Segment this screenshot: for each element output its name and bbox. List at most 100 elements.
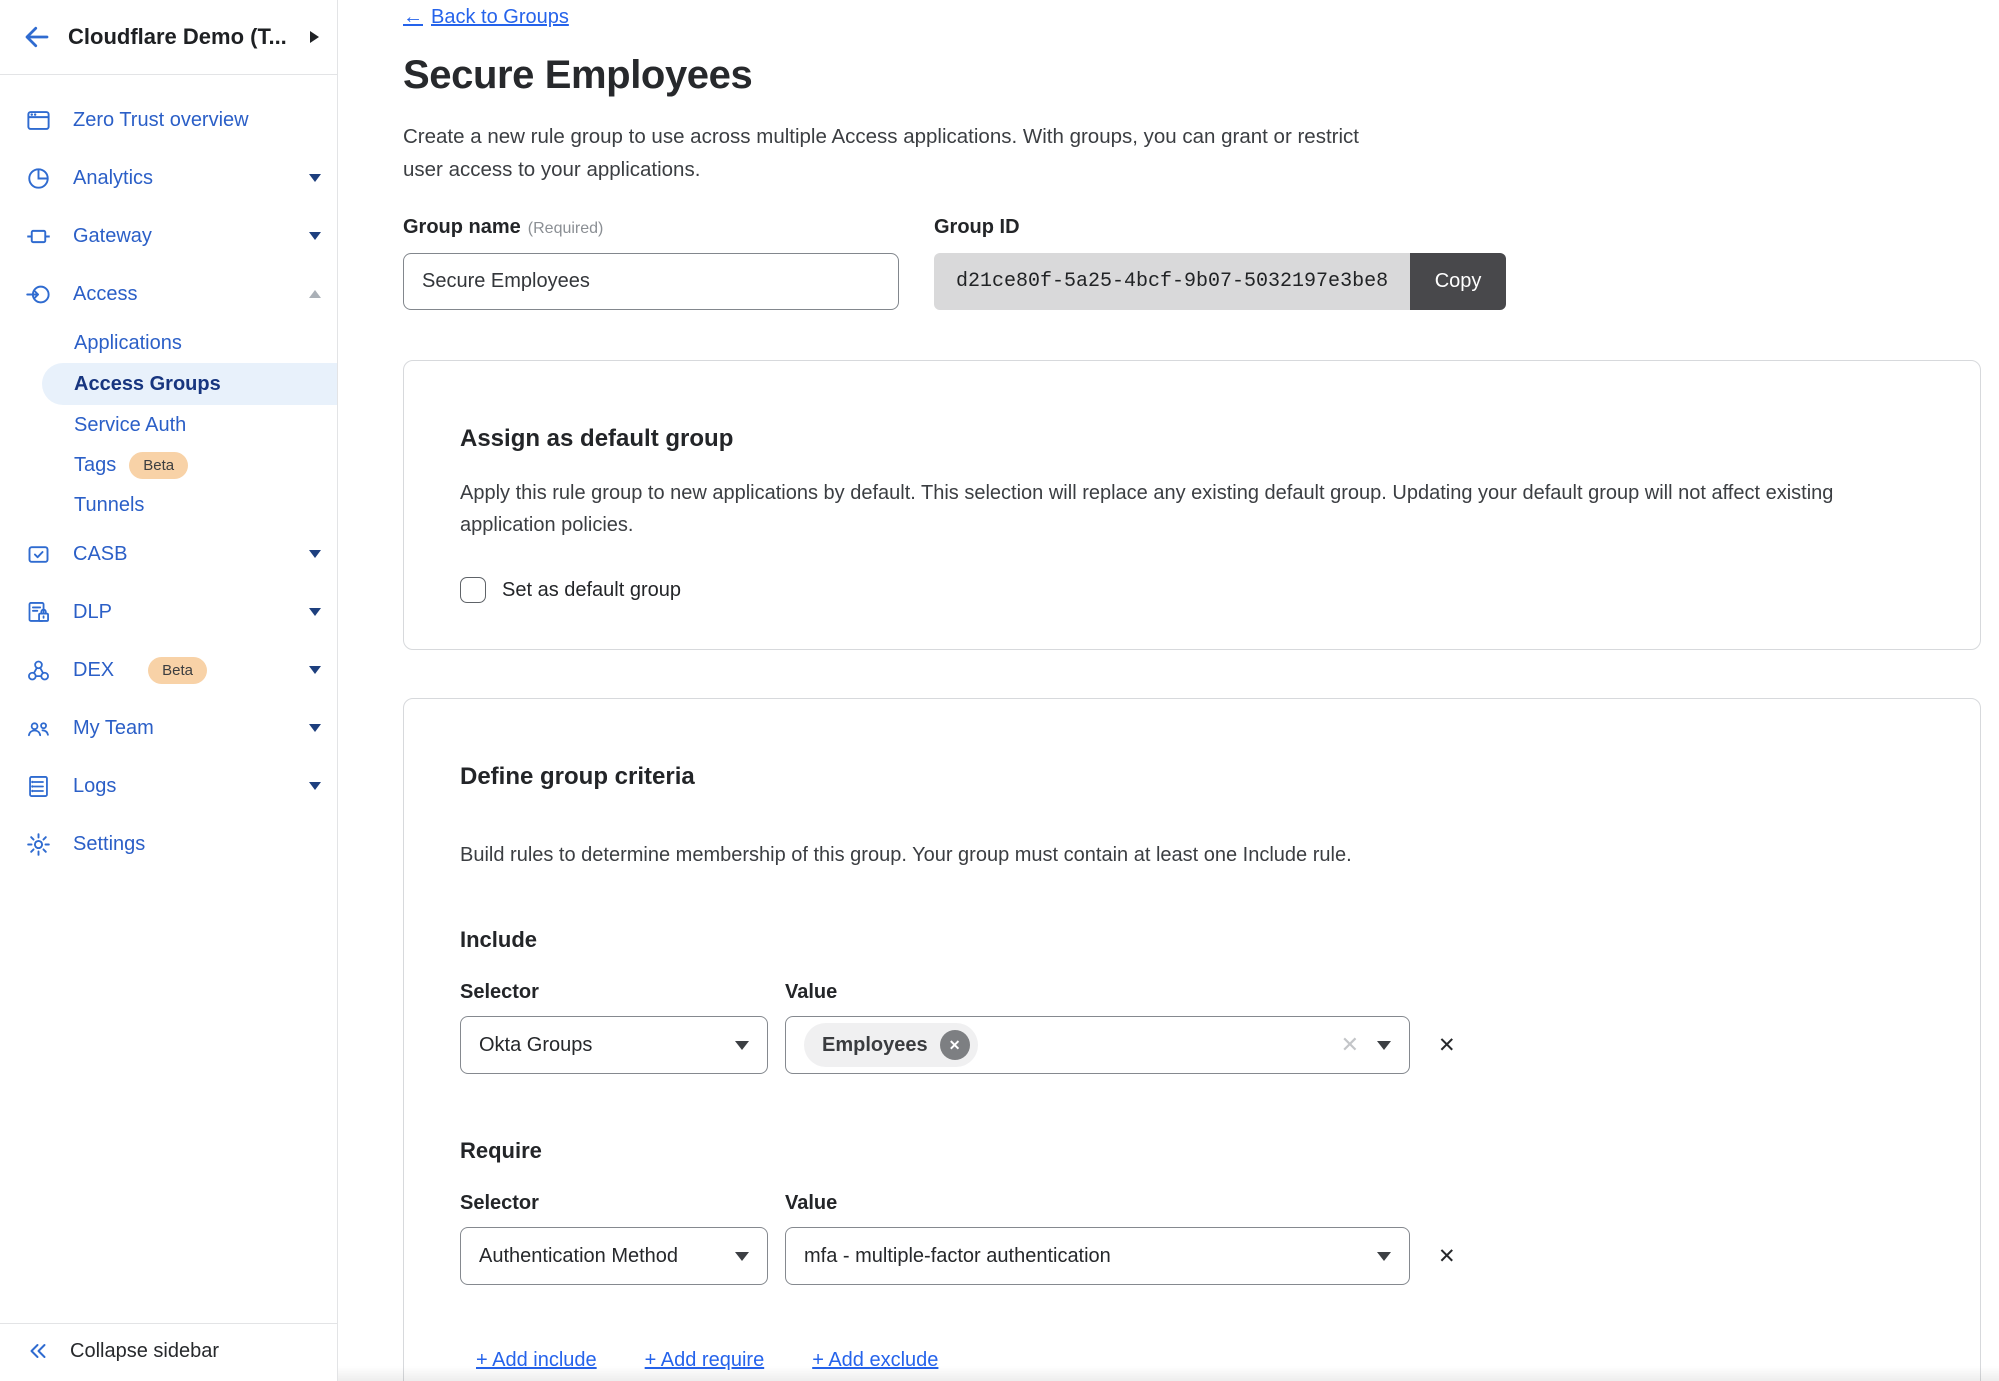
value-chip-label: Employees <box>822 1034 928 1057</box>
sidebar-header: Cloudflare Demo (T... <box>0 0 337 75</box>
include-value-multiselect[interactable]: Employees ✕ ✕ <box>785 1016 1410 1074</box>
chevron-down-icon <box>309 550 321 558</box>
access-icon <box>25 281 52 308</box>
sidebar-item-label: DLP <box>73 601 112 624</box>
collapse-sidebar-label: Collapse sidebar <box>70 1340 219 1363</box>
set-default-group-row: Set as default group <box>460 577 1924 603</box>
page-description: Create a new rule group to use across mu… <box>403 120 1375 186</box>
require-heading: Require <box>460 1138 1924 1164</box>
include-heading: Include <box>460 927 1924 953</box>
sidebar-item-casb[interactable]: CASB <box>0 525 337 583</box>
group-name-input[interactable] <box>403 253 899 310</box>
assign-default-group-card: Assign as default group Apply this rule … <box>403 360 1981 650</box>
sidebar-item-service-auth[interactable]: Service Auth <box>0 405 337 445</box>
card-title: Assign as default group <box>460 425 1924 453</box>
chevron-down-icon <box>1377 1252 1391 1261</box>
add-exclude-link[interactable]: + Add exclude <box>812 1349 938 1372</box>
sidebar-expand-toggle-icon[interactable] <box>310 31 319 43</box>
group-name-id-row: Group name (Required) Group ID d21ce80f-… <box>403 216 1981 310</box>
back-to-groups-link[interactable]: ← Back to Groups <box>403 6 569 29</box>
dex-icon <box>25 657 52 684</box>
sidebar-nav: Zero Trust overview Analytics Gateway <box>0 75 337 1323</box>
add-include-link[interactable]: + Add include <box>476 1349 597 1372</box>
beta-badge: Beta <box>129 452 188 479</box>
sidebar-item-label: Access Groups <box>74 373 221 396</box>
sidebar-item-logs[interactable]: Logs <box>0 757 337 815</box>
set-default-group-label: Set as default group <box>502 579 681 602</box>
analytics-icon <box>25 165 52 192</box>
sidebar-item-settings[interactable]: Settings <box>0 815 337 873</box>
sidebar-item-access-groups[interactable]: Access Groups <box>42 363 337 405</box>
card-description: Apply this rule group to new application… <box>460 477 1924 541</box>
sidebar-item-gateway[interactable]: Gateway <box>0 207 337 265</box>
gateway-icon <box>25 223 52 250</box>
back-arrow-icon[interactable] <box>22 22 52 52</box>
group-name-label: Group name <box>403 216 521 239</box>
collapse-sidebar-button[interactable]: Collapse sidebar <box>0 1323 337 1381</box>
sidebar-item-label: Gateway <box>73 225 152 248</box>
require-selector-dropdown[interactable]: Authentication Method <box>460 1227 768 1285</box>
define-group-criteria-card: Define group criteria Build rules to det… <box>403 698 1981 1381</box>
account-name: Cloudflare Demo (T... <box>68 24 294 50</box>
chevron-down-icon <box>735 1041 749 1050</box>
include-selector-value: Okta Groups <box>479 1034 592 1057</box>
chip-remove-icon[interactable]: ✕ <box>940 1030 970 1060</box>
sidebar-item-label: Settings <box>73 833 145 856</box>
chevron-down-icon <box>309 608 321 616</box>
sidebar-item-dex[interactable]: DEX Beta <box>0 641 337 699</box>
selector-column-label: Selector <box>460 1192 785 1215</box>
main-content: ← Back to Groups Secure Employees Create … <box>338 0 1999 1381</box>
require-value-text: mfa - multiple-factor authentication <box>804 1245 1111 1268</box>
casb-icon <box>25 541 52 568</box>
card-description: Build rules to determine membership of t… <box>460 839 1924 871</box>
include-selector-dropdown[interactable]: Okta Groups <box>460 1016 768 1074</box>
add-rule-links: + Add include + Add require + Add exclud… <box>476 1349 1924 1372</box>
selector-column-label: Selector <box>460 981 785 1004</box>
remove-include-rule-icon[interactable]: ✕ <box>1438 1035 1456 1056</box>
sidebar-item-label: My Team <box>73 717 154 740</box>
include-column-labels: Selector Value <box>460 981 1924 1004</box>
sidebar-item-label: Logs <box>73 775 116 798</box>
copy-button[interactable]: Copy <box>1410 253 1506 310</box>
sidebar-item-dlp[interactable]: DLP <box>0 583 337 641</box>
sidebar-item-access[interactable]: Access <box>0 265 337 323</box>
sidebar-item-tunnels[interactable]: Tunnels <box>0 485 337 525</box>
chevron-down-icon <box>309 232 321 240</box>
back-arrow-glyph: ← <box>403 6 423 29</box>
chevron-down-icon <box>309 174 321 182</box>
group-id-block: Group ID d21ce80f-5a25-4bcf-9b07-5032197… <box>934 216 1506 310</box>
sidebar-item-label: Tunnels <box>74 494 144 517</box>
chevron-down-icon <box>309 666 321 674</box>
sidebar-item-analytics[interactable]: Analytics <box>0 149 337 207</box>
sidebar-item-label: Access <box>73 283 137 306</box>
value-column-label: Value <box>785 1192 837 1215</box>
sidebar-item-label: DEX <box>73 659 114 682</box>
sidebar-item-applications[interactable]: Applications <box>0 323 337 363</box>
sidebar-item-label: Zero Trust overview <box>73 109 249 132</box>
app-window: Cloudflare Demo (T... Zero Trust overvie… <box>0 0 1999 1381</box>
value-column-label: Value <box>785 981 837 1004</box>
logs-icon <box>25 773 52 800</box>
overview-icon <box>25 107 52 134</box>
sidebar-item-tags[interactable]: Tags Beta <box>0 445 337 485</box>
sidebar-item-my-team[interactable]: My Team <box>0 699 337 757</box>
require-value-dropdown[interactable]: mfa - multiple-factor authentication <box>785 1227 1410 1285</box>
clear-value-icon[interactable]: ✕ <box>1341 1032 1359 1058</box>
remove-require-rule-icon[interactable]: ✕ <box>1438 1246 1456 1267</box>
add-require-link[interactable]: + Add require <box>645 1349 765 1372</box>
group-id-value: d21ce80f-5a25-4bcf-9b07-5032197e3be8 <box>934 253 1410 310</box>
sidebar-item-zero-trust-overview[interactable]: Zero Trust overview <box>0 91 337 149</box>
my-team-icon <box>25 715 52 742</box>
value-chip: Employees ✕ <box>804 1023 978 1067</box>
back-link-label: Back to Groups <box>431 6 569 29</box>
page-title: Secure Employees <box>403 53 1981 98</box>
require-column-labels: Selector Value <box>460 1192 1924 1215</box>
sidebar: Cloudflare Demo (T... Zero Trust overvie… <box>0 0 338 1381</box>
settings-gear-icon <box>25 831 52 858</box>
dlp-icon <box>25 599 52 626</box>
group-id-label: Group ID <box>934 216 1020 239</box>
set-default-group-checkbox[interactable] <box>460 577 486 603</box>
chevron-up-icon <box>309 290 321 298</box>
sidebar-item-label: Tags <box>74 454 116 477</box>
require-rule-row: Authentication Method mfa - multiple-fac… <box>460 1227 1924 1285</box>
